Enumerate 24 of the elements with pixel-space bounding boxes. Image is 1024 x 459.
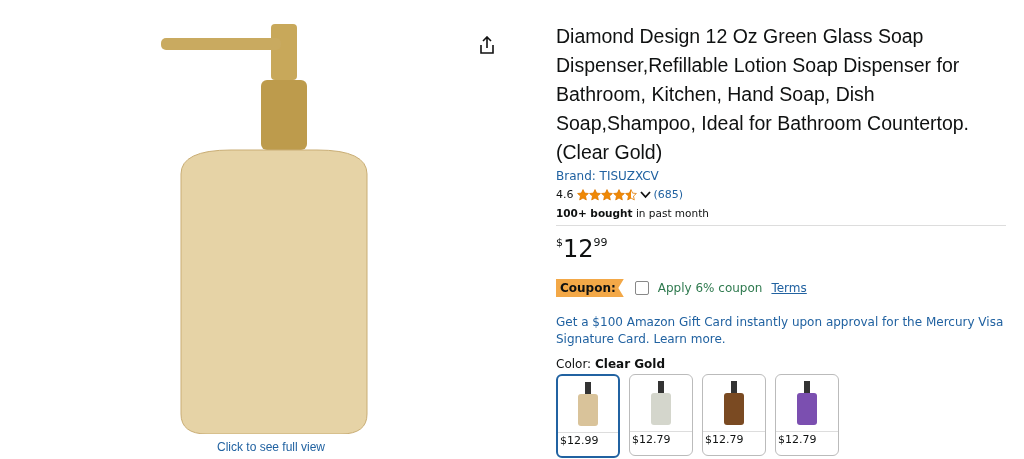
color-swatch[interactable]: $12.79	[775, 374, 839, 456]
share-icon[interactable]	[479, 36, 495, 54]
swatch-price: $12.79	[777, 432, 818, 447]
swatch-price: $12.79	[704, 432, 745, 447]
coupon-badge: Coupon:	[556, 279, 624, 297]
terms-link[interactable]: Terms	[771, 281, 807, 295]
color-label: Color:	[556, 357, 593, 371]
rating-value: 4.6	[556, 188, 574, 201]
brand-link[interactable]: Brand: TISUZXCV	[556, 169, 659, 183]
review-count-link[interactable]: (685)	[653, 188, 684, 201]
full-view-link[interactable]: Click to see full view	[216, 440, 325, 454]
price: $^{$}$12$^{99}$	[556, 236, 608, 262]
color-swatch[interactable]: $12.79	[629, 374, 693, 456]
coupon-label: Apply 6% coupon	[657, 281, 763, 295]
color-swatch[interactable]: $12.99	[556, 374, 620, 458]
color-swatch[interactable]: $12.79	[702, 374, 766, 456]
chevron-down-icon[interactable]	[639, 190, 651, 199]
color-value: Clear Gold	[595, 357, 666, 371]
coupon-checkbox[interactable]	[634, 281, 649, 295]
swatch-price: $12.99	[559, 433, 600, 448]
swatch-price: $12.79	[631, 432, 672, 447]
promo-link[interactable]: Get a $100 Amazon Gift Card instantly upon approval for the Mercury Visa Signature Card. Learn more.	[556, 314, 1006, 348]
product-title: Diamond Design 12 Oz Green Glass Soap Dispenser,Refillable Lotion Soap Dispenser for Bathroom, Kitchen, Hand Soap, Dish Soap,Shampoo, Ideal for Bathroom Countertop. (Clear Gold)	[556, 24, 970, 165]
bought-count-text: 100+ bought in past month	[556, 207, 709, 219]
